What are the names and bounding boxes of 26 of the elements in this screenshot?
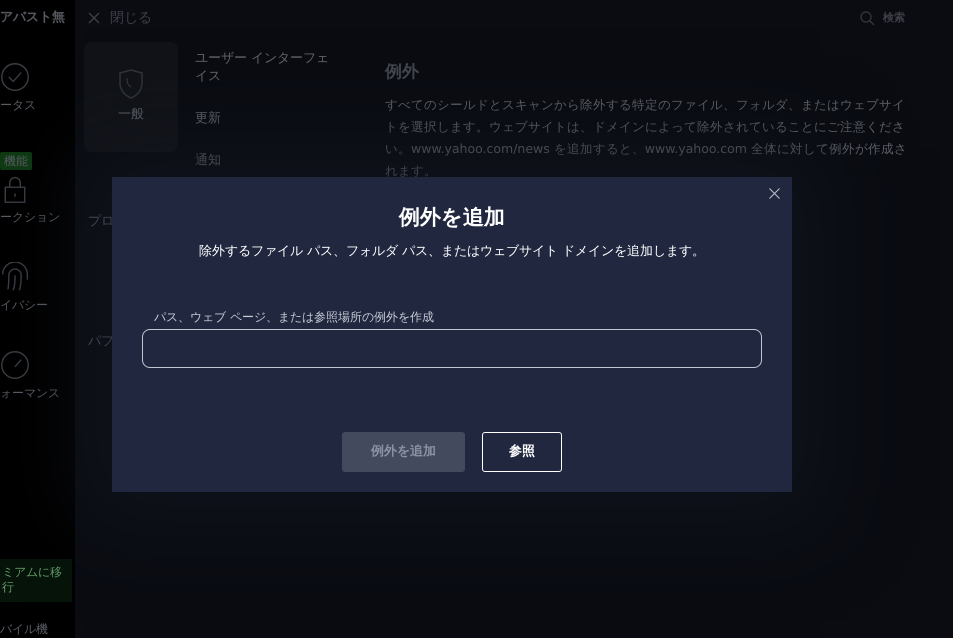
field-label: パス、ウェブ ページ、または参照場所の例外を作成	[154, 308, 434, 326]
section-heading: 例外	[385, 62, 420, 82]
sidebar-item[interactable]: イバシー	[0, 296, 48, 314]
close-icon	[88, 12, 100, 24]
browse-button[interactable]: 参照	[482, 432, 562, 472]
search-icon	[860, 10, 875, 26]
app-title: アバスト無	[0, 9, 65, 27]
dialog-title: 例外を追加	[399, 205, 505, 230]
fingerprint-icon	[0, 262, 30, 292]
sidebar-item[interactable]: ォーマンス	[0, 384, 60, 402]
submenu-link[interactable]: 更新	[195, 110, 335, 128]
sidebar-item[interactable]: ークション	[0, 208, 60, 226]
sidebar-item[interactable]: ータス	[0, 96, 36, 114]
new-badge: 機能	[0, 152, 32, 170]
gauge-icon	[0, 350, 30, 380]
category-tab[interactable]: 一般	[84, 42, 178, 152]
close-icon	[769, 188, 780, 199]
close-button[interactable]	[769, 188, 780, 199]
submenu-link[interactable]: 通知	[195, 152, 335, 170]
shield-icon	[118, 69, 144, 100]
upgrade-button[interactable]: ミアムに移行	[0, 558, 72, 602]
submenu-link[interactable]: ユーザー インターフェイス	[195, 50, 335, 86]
dialog-subtitle: 除外するファイル パス、フォルダ パス、またはウェブサイト ドメインを追加します。	[198, 243, 706, 262]
sidebar-item[interactable]: バイル機	[0, 620, 48, 638]
check-circle-icon	[0, 62, 30, 92]
path-input-field[interactable]	[142, 328, 762, 368]
